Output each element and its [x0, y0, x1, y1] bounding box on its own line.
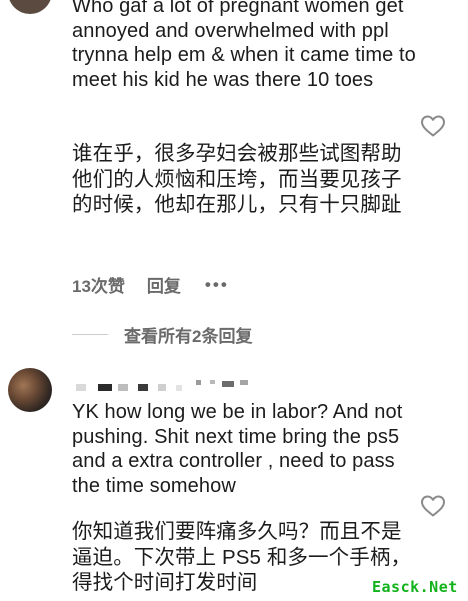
comment-text: YK how long we be in labor? And not push…	[72, 401, 403, 497]
more-options-icon[interactable]: •••	[205, 275, 229, 295]
watermark: Easck.Net	[372, 578, 458, 596]
like-heart-icon[interactable]	[420, 494, 446, 518]
commenter-avatar[interactable]	[8, 368, 52, 412]
view-all-replies-link[interactable]: 查看所有2条回复	[72, 322, 252, 347]
like-count: 13次赞	[72, 277, 125, 296]
comment-actions: 13次赞 回复 •••	[72, 272, 251, 297]
commenter-avatar[interactable]	[8, 0, 52, 14]
comment-text: Who gaf a lot of pregnant women get anno…	[72, 0, 416, 91]
like-heart-icon[interactable]	[420, 114, 446, 138]
divider	[72, 334, 108, 335]
comment-translation: 谁在乎，很多孕妇会被那些试图帮助他们的人烦恼和压垮，而当要见孩子的时候，他却在那…	[72, 142, 402, 216]
comment-translation: 你知道我们要阵痛多久吗？而且不是逼迫。下次带上 PS5 和多一个手柄，得找个时间…	[72, 520, 412, 594]
view-replies-label: 查看所有2条回复	[124, 327, 253, 346]
reply-button[interactable]: 回复	[147, 272, 181, 297]
username-blurred[interactable]	[72, 378, 262, 392]
